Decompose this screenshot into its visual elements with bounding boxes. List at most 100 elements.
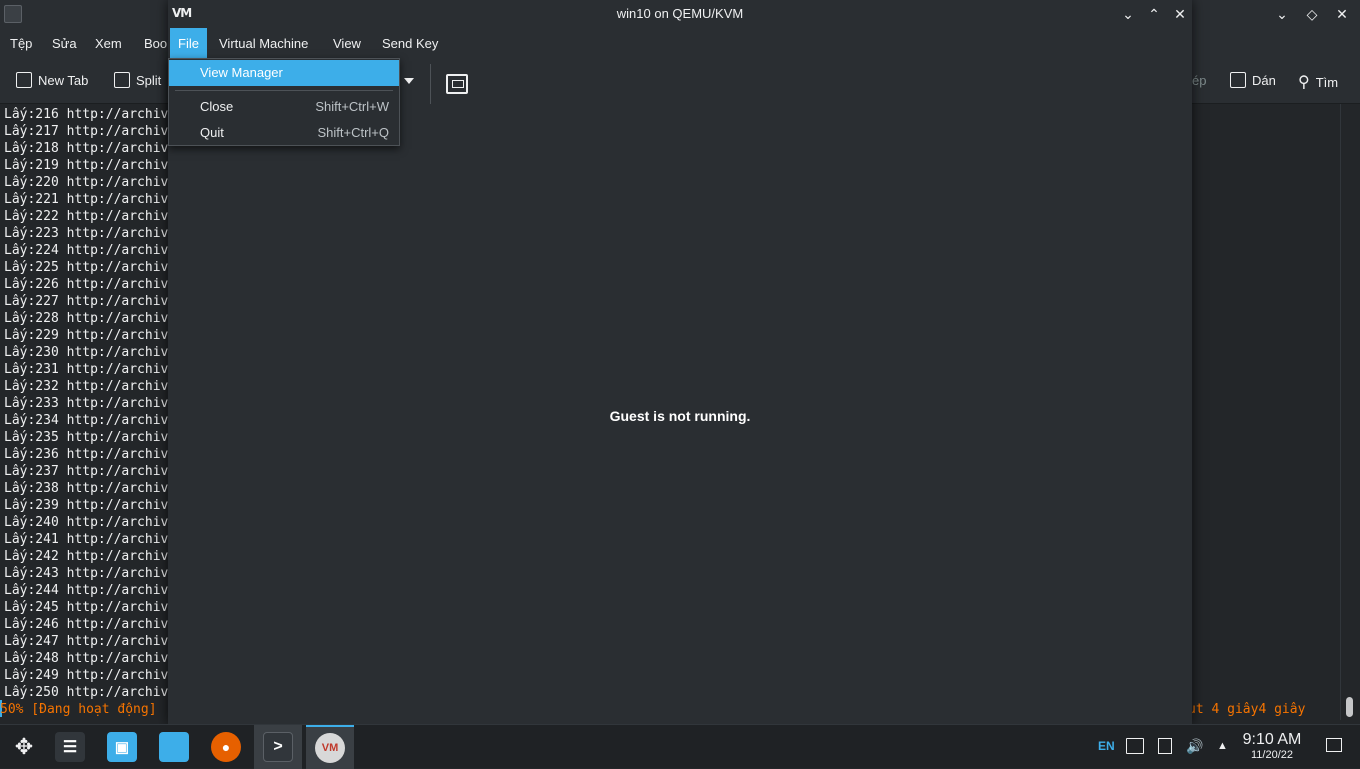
menu-bookmarks[interactable]: Boo [144,36,167,51]
konsole-window-controls: ⌄ ◇ ✕ [1274,4,1350,24]
terminal-line: Lấy:216 http://archiv [4,107,169,122]
terminal-line: Lấy:242 http://archiv [4,549,169,564]
scrollbar-thumb[interactable] [1346,697,1353,717]
terminal-line: Lấy:235 http://archiv [4,430,169,445]
terminal-line: Lấy:228 http://archiv [4,311,169,326]
menu-item-quit[interactable]: Quit Shift+Ctrl+Q [169,120,399,146]
task-discover[interactable]: ▣ [98,725,146,769]
menu-item-view-manager[interactable]: View Manager [169,60,399,86]
viewer-titlebar[interactable]: VM win10 on QEMU/KVM ⌄ ⌃ ✕ [168,0,1192,28]
terminal-scrollbar[interactable] [1340,104,1360,720]
task-virt-manager[interactable]: VM [306,725,354,769]
minimize-icon[interactable]: ⌄ [1120,4,1136,24]
file-menu-dropdown: View Manager Close Shift+Ctrl+W Quit Shi… [168,58,400,146]
chevron-up-icon[interactable]: ▲ [1217,738,1235,754]
find-button[interactable]: ⚲ Tìm [1298,72,1338,92]
paste-button[interactable]: Dán [1230,72,1276,88]
minimize-icon[interactable]: ⌄ [1274,4,1290,24]
toolbar-separator [430,64,431,104]
terminal-line: Lấy:241 http://archiv [4,532,169,547]
clock-time[interactable]: 9:10 AM [1236,731,1308,749]
quit-label: Quit [200,125,224,140]
terminal-line: Lấy:232 http://archiv [4,379,169,394]
terminal-line: Lấy:244 http://archiv [4,583,169,598]
settings-icon: ☰ [55,732,85,762]
maximize-icon[interactable]: ◇ [1304,4,1320,24]
menu-tep[interactable]: Tệp [10,36,32,51]
launcher-icon: ✥ [14,734,34,759]
terminal-line: Lấy:245 http://archiv [4,600,169,615]
terminal-line: Lấy:231 http://archiv [4,362,169,377]
task-firefox[interactable]: ● [202,725,250,769]
keyboard-layout-indicator[interactable]: EN [1098,739,1115,753]
konsole-icon: > [263,732,293,762]
terminal-line: Lấy:227 http://archiv [4,294,169,309]
paste-label: Dán [1252,72,1276,88]
terminal-line: Lấy:246 http://archiv [4,617,169,632]
notes-icon[interactable] [1158,738,1172,754]
chevron-down-icon[interactable] [404,78,414,84]
menu-virtual-machine[interactable]: Virtual Machine [211,28,316,60]
application-launcher[interactable]: ✥ [0,725,48,769]
maximize-icon[interactable]: ⌃ [1146,4,1162,24]
task-settings[interactable]: ☰ [46,725,94,769]
firefox-icon: ● [211,732,241,762]
terminal-line: Lấy:225 http://archiv [4,260,169,275]
task-konsole[interactable]: > [254,725,302,769]
task-files[interactable] [150,725,198,769]
files-icon [159,732,189,762]
volume-icon[interactable]: 🔊 [1186,738,1204,754]
terminal-line: Lấy:248 http://archiv [4,651,169,666]
menu-item-close[interactable]: Close Shift+Ctrl+W [169,94,399,120]
menu-xem[interactable]: Xem [95,36,122,51]
close-icon[interactable]: ✕ [1334,4,1350,24]
clock-date[interactable]: 11/20/22 [1236,749,1308,761]
terminal-line: Lấy:219 http://archiv [4,158,169,173]
split-view-button[interactable]: Split [114,72,161,88]
discover-icon: ▣ [107,732,137,762]
window-title: win10 on QEMU/KVM [616,6,744,21]
search-icon: ⚲ [1298,74,1310,91]
clipboard-icon[interactable] [1126,738,1144,754]
new-tab-icon [16,72,32,88]
show-desktop-icon[interactable] [1326,738,1342,752]
close-shortcut: Shift+Ctrl+W [315,99,389,114]
terminal-line: Lấy:226 http://archiv [4,277,169,292]
terminal-line: Lấy:240 http://archiv [4,515,169,530]
terminal-line: Lấy:250 http://archiv [4,685,169,700]
terminal-line: Lấy:229 http://archiv [4,328,169,343]
terminal-line: Lấy:220 http://archiv [4,175,169,190]
new-tab-label: New Tab [38,72,89,88]
terminal-line: Lấy:243 http://archiv [4,566,169,581]
terminal-line: Lấy:239 http://archiv [4,498,169,513]
terminal-line: Lấy:233 http://archiv [4,396,169,411]
menu-file[interactable]: File [170,28,207,60]
virt-manager-icon: VM [315,733,345,763]
terminal-line: Lấy:249 http://archiv [4,668,169,683]
terminal-line: Lấy:236 http://archiv [4,447,169,462]
menu-separator [175,90,393,91]
split-label: Split [136,72,162,88]
taskbar: ✥ ☰ ▣ ● > VM [0,724,1360,769]
paste-icon [1230,72,1246,88]
terminal-line: Lấy:218 http://archiv [4,141,169,156]
terminal-line: Lấy:237 http://archiv [4,464,169,479]
terminal-line: Lấy:224 http://archiv [4,243,169,258]
quit-shortcut: Shift+Ctrl+Q [317,125,389,140]
menu-sua[interactable]: Sửa [52,36,77,51]
new-tab-button[interactable]: New Tab [16,72,88,88]
terminal-line: Lấy:222 http://archiv [4,209,169,224]
terminal-line: Lấy:221 http://archiv [4,192,169,207]
close-icon[interactable]: ✕ [1172,4,1188,24]
viewer-menubar: File Virtual Machine View Send Key [168,28,1192,60]
menu-send-key[interactable]: Send Key [374,28,446,60]
close-label: Close [200,99,234,114]
copy-label: ép [1192,72,1207,88]
terminal-line: Lấy:247 http://archiv [4,634,169,649]
apt-progress-eta: ut 4 giây4 giây [1188,702,1306,717]
split-view-icon [114,72,130,88]
terminal-line: Lấy:230 http://archiv [4,345,169,360]
apt-progress-status: 50% [Đang hoạt động] [0,702,157,717]
menu-view[interactable]: View [325,28,369,60]
terminal-line: Lấy:223 http://archiv [4,226,169,241]
